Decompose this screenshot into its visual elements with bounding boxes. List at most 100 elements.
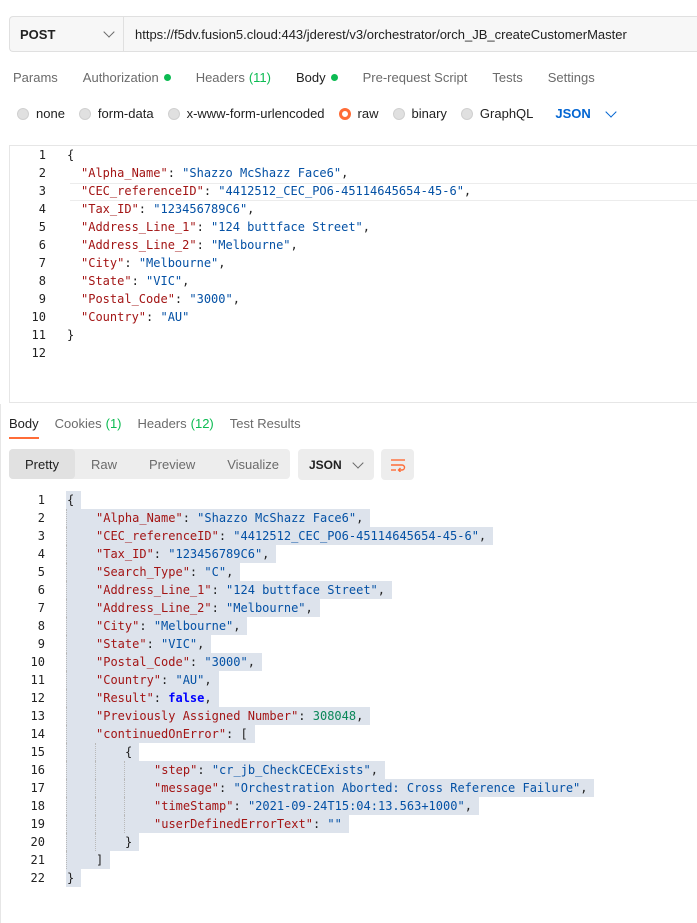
indent-guide [124, 797, 126, 815]
radio-circle-icon [338, 107, 351, 120]
indent-guide [95, 815, 97, 833]
code-line: "CEC_referenceID": "4412512_CEC_PO6-4511… [81, 182, 471, 200]
json-token: "Tax_ID" [96, 547, 154, 561]
line-number: 13 [30, 709, 45, 723]
indent-guide [66, 743, 68, 761]
json-token: : [211, 601, 227, 615]
json-token: : [124, 256, 139, 270]
request-body-editor[interactable]: 1 {2 "Alpha_Name": "Shazzo McShazz Face6",… [9, 145, 697, 403]
json-token: "Melbourne" [226, 601, 306, 615]
response-format-label: JSON [309, 457, 342, 472]
json-token: , [204, 691, 212, 705]
code-line: } [67, 326, 74, 344]
json-token: "Shazzo McShazz Face6" [197, 511, 357, 525]
tab-authorization[interactable]: Authorization [83, 70, 171, 85]
json-token: , [370, 763, 378, 777]
code-line: } [67, 869, 74, 887]
code-line: { [67, 146, 74, 164]
json-token: : [182, 511, 198, 525]
json-token: , [232, 292, 240, 306]
radio-binary[interactable]: binary [392, 106, 447, 121]
indent-guide [66, 509, 68, 527]
indent-guide [95, 797, 97, 815]
tab-body[interactable]: Body [296, 70, 338, 85]
chevron-down-icon [103, 26, 115, 38]
code-line: "continuedOnError": [ [96, 725, 248, 743]
selection-highlight [66, 851, 111, 869]
line-number: 5 [37, 565, 45, 579]
line-number: 18 [30, 799, 45, 813]
radio-GraphQL[interactable]: GraphQL [460, 106, 533, 121]
indent-guide [66, 635, 68, 653]
json-token: , [463, 184, 472, 198]
json-token: , [233, 619, 241, 633]
radio-label: raw [357, 106, 379, 121]
code-line: "Address_Line_2": "Melbourne", [96, 599, 313, 617]
code-line: "State": "VIC", [96, 635, 204, 653]
line-number: 16 [30, 763, 45, 777]
line-number: 6 [37, 583, 45, 597]
tab-label: Authorization [82, 70, 159, 85]
code-line: } [125, 833, 132, 851]
json-token: "AU" [160, 310, 190, 324]
json-token: "123456789C6" [168, 547, 263, 561]
response-tab-cookies[interactable]: Cookies (1) [55, 416, 122, 439]
response-body-viewer[interactable]: 1 {2 "Alpha_Name": "Shazzo McShazz Face6",… [0, 491, 697, 891]
json-token: , [362, 220, 370, 234]
tab-tests[interactable]: Tests [492, 70, 522, 85]
response-format-dropdown[interactable]: JSON [298, 449, 374, 480]
indent-guide [66, 707, 68, 725]
json-token: "State" [96, 637, 147, 651]
response-tab-body[interactable]: Body [9, 416, 39, 439]
indent-guide [66, 617, 68, 635]
indent-guide [66, 797, 68, 815]
indent-guide [66, 563, 68, 581]
json-token: "Postal_Code" [81, 292, 175, 306]
json-token: : [153, 547, 169, 561]
wrap-lines-button[interactable] [381, 449, 414, 480]
json-token: , [580, 781, 588, 795]
line-number: 5 [38, 220, 46, 234]
radio-label: none [36, 106, 65, 121]
indent-guide [66, 725, 68, 743]
json-token: : [146, 637, 162, 651]
json-token: 308048 [312, 709, 357, 723]
tab-headers[interactable]: Headers (11) [196, 70, 271, 85]
body-language-dropdown[interactable]: JSON [555, 105, 617, 121]
radio-form-data[interactable]: form-data [78, 106, 154, 121]
radio-x-www-form-urlencoded[interactable]: x-www-form-urlencoded [167, 106, 325, 121]
json-token: "Previously Assigned Number" [96, 709, 299, 723]
json-token: , [218, 256, 226, 270]
json-token: , [377, 583, 385, 597]
view-raw-button[interactable]: Raw [75, 449, 133, 479]
tab-pre-request-script[interactable]: Pre-request Script [363, 70, 468, 85]
json-token: : [197, 763, 212, 777]
radio-raw[interactable]: raw [338, 106, 379, 121]
radio-none[interactable]: none [17, 106, 65, 121]
url-input[interactable]: https://f5dv.fusion5.cloud:443/jderest/v… [123, 16, 697, 52]
json-token: "step" [154, 763, 198, 777]
code-line: "Result": false, [96, 689, 212, 707]
tab-params[interactable]: Params [13, 70, 58, 85]
line-number: 2 [37, 511, 45, 525]
json-token: : [203, 184, 219, 198]
view-preview-button[interactable]: Preview [133, 449, 211, 479]
body-language-label: JSON [555, 106, 591, 121]
json-token: , [262, 547, 270, 561]
radio-circle-icon [17, 107, 29, 120]
code-line: "Country": "AU" [81, 308, 189, 326]
indent-guide [66, 599, 68, 617]
code-line: "userDefinedErrorText": "" [154, 815, 342, 833]
tab-settings[interactable]: Settings [548, 70, 595, 85]
json-token: , [464, 799, 472, 813]
code-line: "Tax_ID": "123456789C6", [81, 200, 254, 218]
indent-guide [66, 653, 68, 671]
method-dropdown[interactable]: POST [9, 16, 123, 52]
response-tab-headers[interactable]: Headers (12) [138, 416, 214, 439]
view-visualize-button[interactable]: Visualize [211, 449, 295, 479]
view-pretty-button[interactable]: Pretty [9, 449, 75, 479]
response-tab-test-results[interactable]: Test Results [230, 416, 301, 439]
body-type-options: none form-data x-www-form-urlencoded raw bin… [17, 105, 617, 121]
line-number: 4 [37, 547, 45, 561]
line-number: 3 [37, 529, 45, 543]
